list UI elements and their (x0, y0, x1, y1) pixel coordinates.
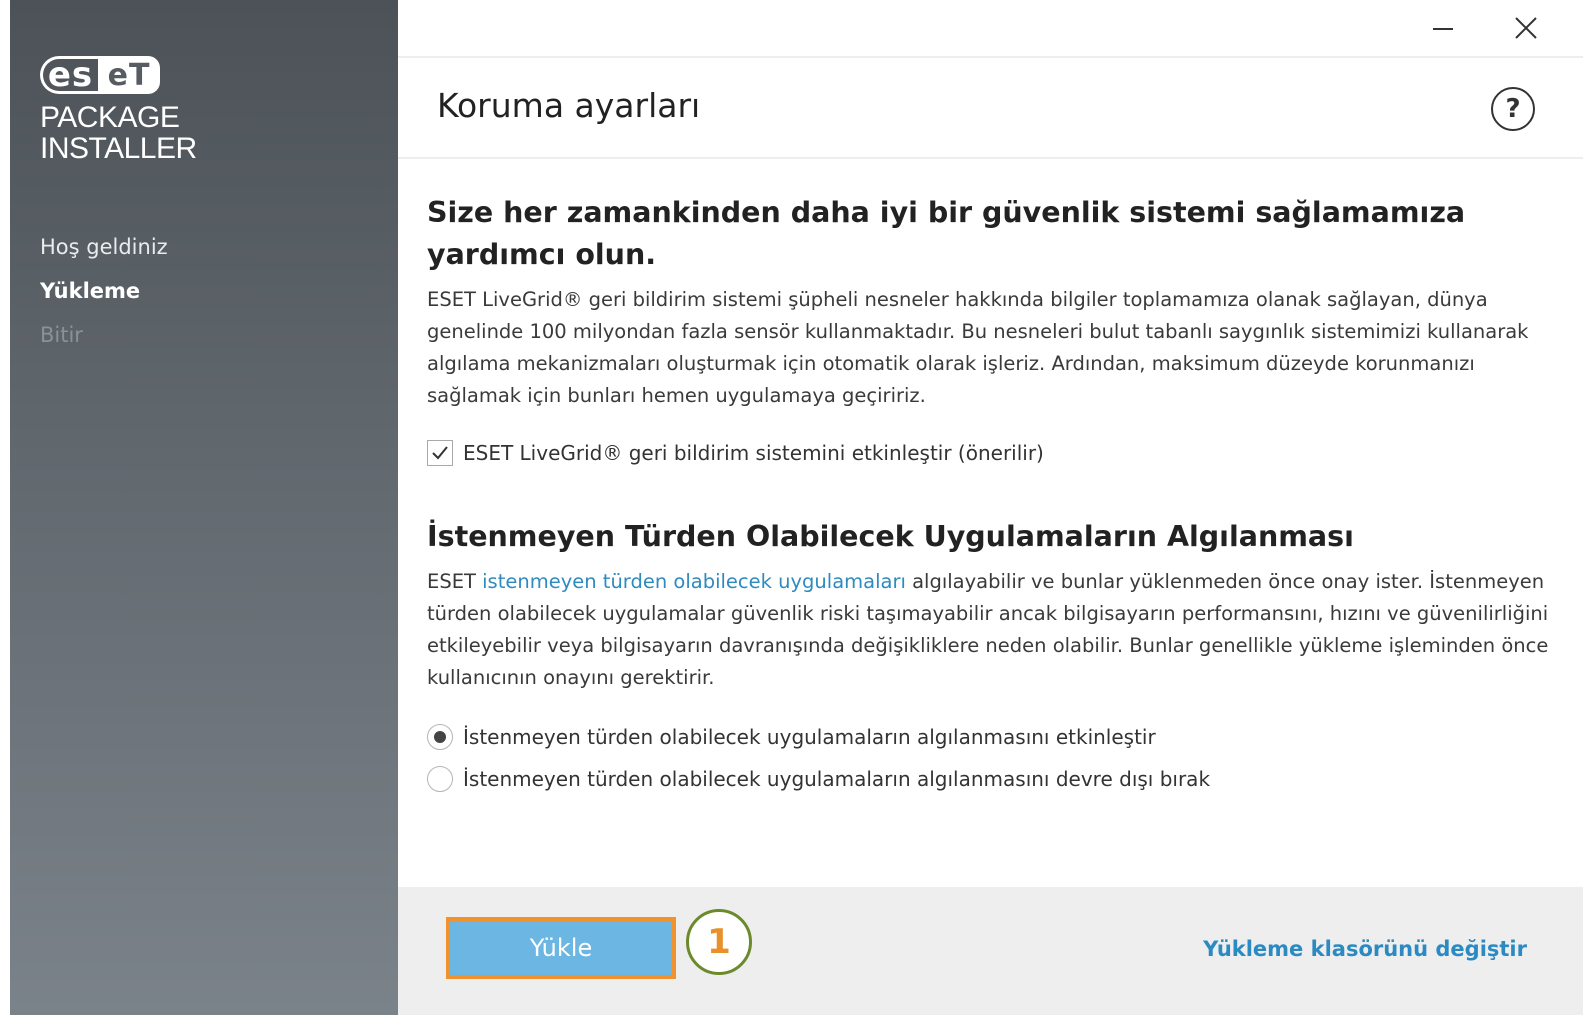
help-icon: ? (1505, 94, 1521, 124)
livegrid-description: ESET LiveGrid® geri bildirim sistemi şüp… (427, 288, 1529, 407)
logo-right: eT (98, 56, 160, 94)
product-name-line2: INSTALLER (40, 132, 197, 165)
livegrid-checkbox[interactable] (427, 440, 453, 466)
pua-heading: İstenmeyen Türden Olabilecek Uygulamalar… (427, 520, 1354, 553)
sidebar-item-welcome: Hoş geldiniz (40, 235, 168, 259)
pua-info-link[interactable]: istenmeyen türden olabilecek uygulamalar… (482, 570, 906, 593)
livegrid-checkbox-label[interactable]: ESET LiveGrid® geri bildirim sistemini e… (463, 441, 1044, 465)
step-callout-badge: 1 (686, 909, 752, 975)
pua-option-enable-label[interactable]: İstenmeyen türden olabilecek uygulamalar… (463, 725, 1156, 749)
header-divider (398, 157, 1583, 159)
change-install-folder-link[interactable]: Yükleme klasörünü değiştir (1203, 937, 1527, 961)
close-button[interactable] (1503, 8, 1549, 48)
install-button[interactable]: Yükle (446, 917, 676, 979)
checkmark-icon (432, 446, 448, 460)
window-frame (0, 0, 10, 1015)
radio-selected-dot (434, 731, 446, 743)
close-icon (1515, 17, 1537, 39)
pua-radio-enable[interactable] (427, 724, 453, 750)
titlebar-divider (398, 56, 1583, 58)
product-name: PACKAGE INSTALLER (40, 102, 197, 164)
minimize-icon (1433, 28, 1453, 30)
pua-options: İstenmeyen türden olabilecek uygulamalar… (427, 720, 1552, 796)
sidebar-steps: Hoş geldiniz Yükleme Bitir (40, 230, 168, 362)
sidebar: es eT PACKAGE INSTALLER Hoş geldiniz Yük… (10, 0, 398, 1015)
eset-logo-mark: es eT (40, 56, 197, 94)
page-title: Koruma ayarları (437, 86, 701, 125)
product-name-line1: PACKAGE (40, 101, 180, 134)
help-button[interactable]: ? (1491, 87, 1535, 131)
footer-bar: Yükle 1 Yükleme klasörünü değiştir (398, 887, 1583, 1015)
sidebar-item-finish: Bitir (40, 323, 83, 347)
sidebar-item-install: Yükleme (40, 279, 141, 303)
pua-option-enable[interactable]: İstenmeyen türden olabilecek uygulamalar… (427, 720, 1552, 754)
minimize-button[interactable] (1420, 8, 1466, 48)
eset-logo: es eT PACKAGE INSTALLER (40, 56, 197, 164)
logo-left: es (40, 56, 98, 94)
pua-option-disable-label[interactable]: İstenmeyen türden olabilecek uygulamalar… (463, 767, 1210, 791)
main-content: Size her zamankinden daha iyi bir güvenl… (427, 192, 1552, 796)
pua-option-disable[interactable]: İstenmeyen türden olabilecek uygulamalar… (427, 762, 1552, 796)
pua-desc-prefix: ESET (427, 570, 483, 593)
livegrid-heading: Size her zamankinden daha iyi bir güvenl… (427, 196, 1466, 271)
livegrid-option[interactable]: ESET LiveGrid® geri bildirim sistemini e… (427, 436, 1552, 470)
pua-radio-disable[interactable] (427, 766, 453, 792)
pua-description: ESET istenmeyen türden olabilecek uygula… (427, 566, 1552, 694)
